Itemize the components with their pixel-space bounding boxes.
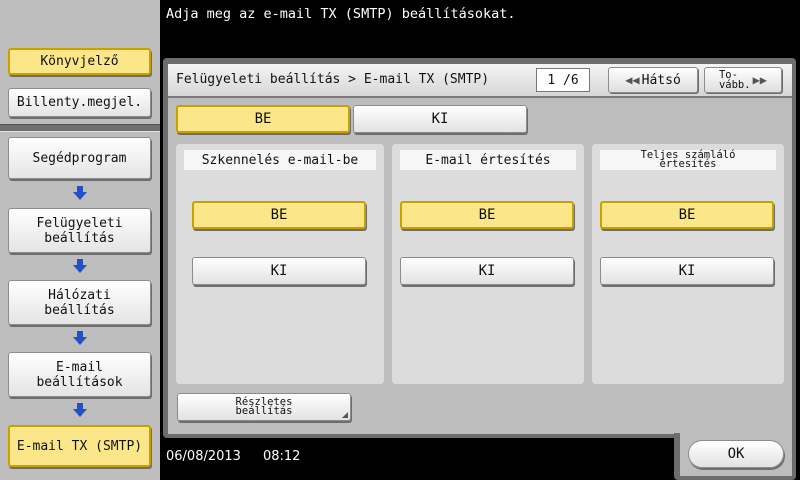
email-notification-title: E-mail értesítés: [400, 150, 576, 170]
breadcrumb-admin-settings-button[interactable]: Felügyeleti beállítás: [8, 208, 151, 253]
left-divider: [0, 124, 160, 132]
instruction-message: Adja meg az e-mail TX (SMTP) beállítások…: [166, 6, 516, 22]
keyboard-display-button[interactable]: Billenty.megjel.: [8, 88, 151, 117]
status-datetime: 06/08/2013 08:12: [166, 449, 300, 464]
breadcrumb-email-tx-smtp-button[interactable]: E-mail TX (SMTP): [8, 425, 151, 467]
next-button-label: To- vább.: [718, 69, 751, 91]
down-arrow-icon: [72, 403, 88, 417]
breadcrumb-network-settings-button[interactable]: Hálózati beállítás: [8, 280, 151, 325]
down-arrow-icon: [72, 331, 88, 345]
page-title: Felügyeleti beállítás > E-mail TX (SMTP): [176, 72, 490, 87]
double-right-arrow-icon: ▶▶: [752, 73, 768, 87]
main-off-button[interactable]: KI: [353, 105, 527, 133]
corner-triangle-icon: [342, 412, 348, 418]
scan-to-email-title: Szkennelés e-mail-be: [184, 150, 376, 170]
email-notification-off-button[interactable]: KI: [400, 257, 574, 285]
ok-button[interactable]: OK: [688, 440, 784, 468]
down-arrow-icon: [72, 259, 88, 273]
detailed-settings-label: Részletes beállítás: [235, 396, 293, 417]
breadcrumb-utility-button[interactable]: Segédprogram: [8, 137, 151, 179]
total-counter-notification-title: Teljes számláló értesítés: [600, 150, 776, 170]
detailed-settings-button[interactable]: Részletes beállítás: [177, 393, 351, 421]
status-time: 08:12: [262, 449, 301, 464]
page-indicator: 1 /6: [536, 68, 590, 92]
status-date: 06/08/2013: [166, 449, 241, 464]
back-button-label: Hátsó: [641, 72, 681, 88]
email-notification-on-button[interactable]: BE: [400, 201, 574, 229]
back-button[interactable]: ◀◀ Hátsó: [608, 67, 698, 93]
breadcrumb-email-settings-button[interactable]: E-mail beállítások: [8, 352, 151, 397]
next-button[interactable]: To- vább. ▶▶: [704, 67, 782, 93]
double-left-arrow-icon: ◀◀: [625, 73, 640, 87]
scan-to-email-on-button[interactable]: BE: [192, 201, 366, 229]
total-counter-notification-off-button[interactable]: KI: [600, 257, 774, 285]
scan-to-email-off-button[interactable]: KI: [192, 257, 366, 285]
total-counter-notification-on-button[interactable]: BE: [600, 201, 774, 229]
main-on-button[interactable]: BE: [176, 105, 350, 133]
bookmark-button[interactable]: Könyvjelző: [8, 48, 151, 75]
down-arrow-icon: [72, 186, 88, 200]
